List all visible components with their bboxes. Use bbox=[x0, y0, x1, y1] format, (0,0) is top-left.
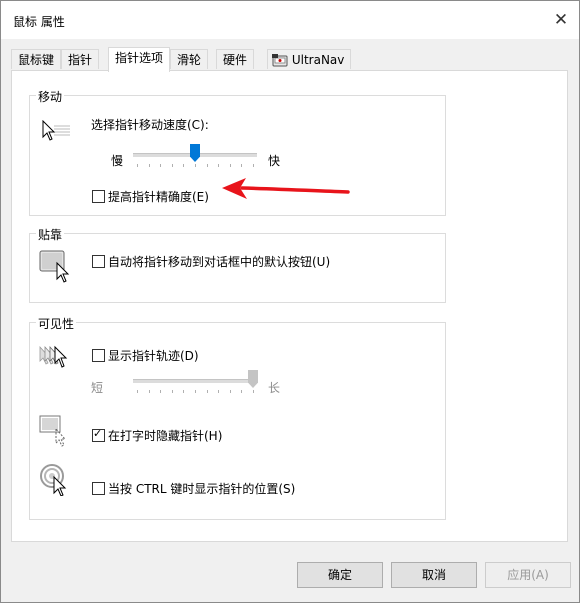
snap-group-title: 贴靠 bbox=[36, 226, 65, 243]
slider-tick bbox=[195, 164, 196, 167]
slider-tick bbox=[241, 390, 242, 393]
slider-tick bbox=[218, 164, 219, 167]
tab-label: 滑轮 bbox=[177, 53, 202, 67]
slider-tick bbox=[183, 164, 184, 167]
tab-label: UltraNav bbox=[291, 53, 345, 67]
trails-label[interactable]: 显示指针轨迹(D) bbox=[108, 347, 199, 364]
slider-tick bbox=[195, 390, 196, 393]
slider-tick bbox=[253, 390, 254, 393]
mouse-properties-dialog: 鼠标 属性 ✕ 鼠标键 指针 指针选项 滑轮 硬件 UltraNav 移动 选择… bbox=[0, 0, 580, 603]
tab-label: 硬件 bbox=[223, 53, 248, 67]
hide-while-typing-checkbox[interactable] bbox=[92, 427, 105, 442]
red-arrow-annotation bbox=[220, 178, 350, 207]
tab-pointers[interactable]: 指针 bbox=[61, 49, 100, 69]
slider-tick bbox=[183, 390, 184, 393]
close-button[interactable]: ✕ bbox=[549, 8, 573, 32]
slider-thumb[interactable] bbox=[190, 144, 200, 162]
hide-pointer-icon bbox=[39, 415, 71, 450]
tab-buttons[interactable]: 鼠标键 bbox=[11, 49, 62, 69]
slider-tick bbox=[253, 164, 254, 167]
slider-tick bbox=[241, 164, 242, 167]
slider-thumb[interactable] bbox=[248, 370, 258, 388]
slider-tick bbox=[230, 390, 231, 393]
slider-tick bbox=[160, 390, 161, 393]
precision-checkbox[interactable] bbox=[92, 190, 105, 203]
motion-group: 移动 选择指针移动速度(C): 慢 快 提高指针精确度(E) bbox=[29, 88, 446, 216]
tab-label: 鼠标键 bbox=[18, 53, 55, 67]
tab-label: 指针 bbox=[68, 53, 93, 67]
trackpoint-icon bbox=[272, 53, 288, 68]
apply-button[interactable]: 应用(A) bbox=[485, 562, 571, 588]
ctrl-locate-checkbox[interactable] bbox=[92, 482, 105, 495]
tab-pointer-options[interactable]: 指针选项 bbox=[108, 47, 170, 72]
trail-length-slider[interactable] bbox=[133, 370, 258, 400]
tab-wheel[interactable]: 滑轮 bbox=[170, 49, 209, 69]
slider-tick bbox=[218, 390, 219, 393]
slider-ticks bbox=[133, 390, 257, 394]
pointer-trails-icon bbox=[39, 344, 71, 373]
tab-hardware[interactable]: 硬件 bbox=[216, 49, 255, 69]
slider-ticks bbox=[133, 164, 257, 168]
cancel-button[interactable]: 取消 bbox=[391, 562, 477, 588]
slider-tick bbox=[207, 390, 208, 393]
snap-checkbox[interactable] bbox=[92, 255, 105, 268]
pointer-speed-icon bbox=[42, 119, 72, 145]
trails-checkbox[interactable] bbox=[92, 349, 105, 362]
slider-tick bbox=[137, 390, 138, 393]
speed-label: 选择指针移动速度(C): bbox=[91, 118, 209, 132]
pointer-options-panel: 移动 选择指针移动速度(C): 慢 快 提高指针精确度(E) 贴靠 自动将指针移… bbox=[11, 70, 568, 542]
ctrl-locate-label[interactable]: 当按 CTRL 键时显示指针的位置(S) bbox=[108, 480, 295, 497]
long-label: 长 bbox=[268, 381, 281, 395]
slider-tick bbox=[149, 390, 150, 393]
hide-while-typing-label[interactable]: 在打字时隐藏指针(H) bbox=[108, 427, 222, 444]
slider-tick bbox=[137, 164, 138, 167]
slider-tick bbox=[172, 390, 173, 393]
slow-label: 慢 bbox=[111, 154, 124, 168]
dialog-footer: 确定 取消 应用(A) bbox=[1, 549, 579, 602]
slider-tick bbox=[160, 164, 161, 167]
tab-label: 指针选项 bbox=[115, 51, 164, 65]
slider-tick bbox=[230, 164, 231, 167]
window-title: 鼠标 属性 bbox=[13, 15, 65, 29]
visibility-group-title: 可见性 bbox=[36, 315, 77, 332]
visibility-group: 可见性 显示指针轨迹(D) 短 长 ✓ 在打字时隐藏指针(H) 当按 CTRL … bbox=[29, 315, 446, 520]
snap-group: 贴靠 自动将指针移动到对话框中的默认按钮(U) bbox=[29, 226, 446, 303]
slider-tick bbox=[172, 164, 173, 167]
slider-track bbox=[133, 379, 257, 383]
ok-button[interactable]: 确定 bbox=[297, 562, 383, 588]
fast-label: 快 bbox=[268, 154, 281, 168]
snap-to-button-icon bbox=[39, 249, 73, 286]
speed-slider[interactable] bbox=[133, 144, 257, 174]
snap-label[interactable]: 自动将指针移动到对话框中的默认按钮(U) bbox=[108, 253, 330, 270]
motion-group-title: 移动 bbox=[36, 88, 65, 105]
tab-ultranav[interactable]: UltraNav bbox=[267, 49, 352, 69]
slider-tick bbox=[149, 164, 150, 167]
ctrl-locate-icon bbox=[39, 464, 71, 499]
short-label: 短 bbox=[91, 381, 104, 395]
slider-tick bbox=[207, 164, 208, 167]
title-bar: 鼠标 属性 ✕ bbox=[1, 1, 579, 39]
precision-label[interactable]: 提高指针精确度(E) bbox=[108, 188, 209, 205]
